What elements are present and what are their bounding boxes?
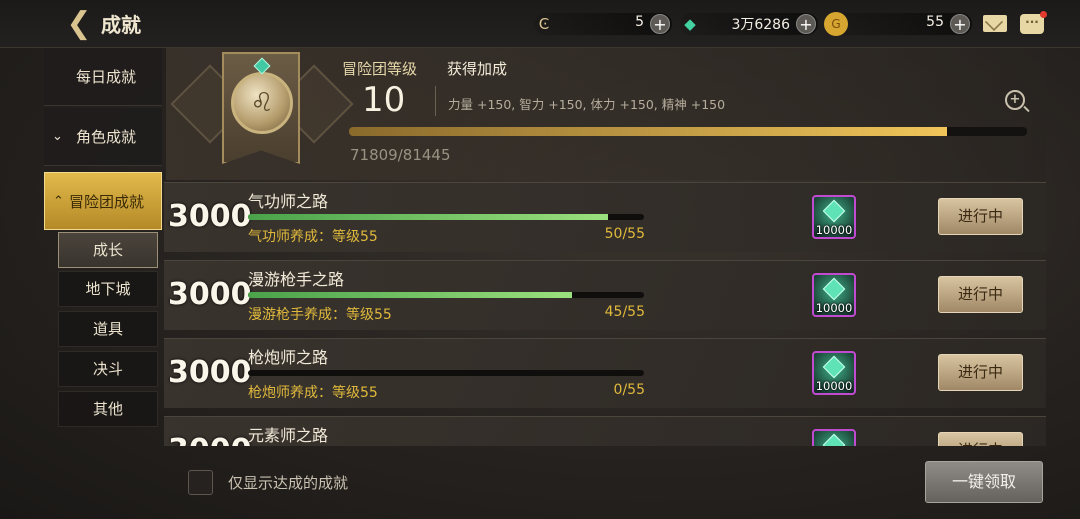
achievement-row: 3000 元素师之路 10000 进行中 xyxy=(164,416,1046,446)
green-gem-icon: ◆ xyxy=(684,15,696,33)
notification-dot xyxy=(1040,11,1047,18)
bonus-title: 获得加成 xyxy=(447,60,508,78)
achievement-row: 3000 气功师之路 气功师养成：等级55 50/55 10000 进行中 xyxy=(164,182,1046,252)
achievement-list[interactable]: 3000 气功师之路 气功师养成：等级55 50/55 10000 进行中 30… xyxy=(164,182,1046,446)
achievement-name: 枪炮师之路 xyxy=(248,348,329,367)
sidebar-item-character[interactable]: ⌄ 角色成就 xyxy=(44,108,162,166)
gold-coin-icon: G xyxy=(824,12,848,36)
achievement-desc: 枪炮师养成：等级55 xyxy=(248,385,378,401)
achievement-progress-text: 45/55 xyxy=(604,304,645,320)
swirl-token-icon: Ͼ xyxy=(538,15,550,33)
achievement-progress-bar xyxy=(248,292,644,298)
xp-progress-fill xyxy=(349,127,947,136)
subtab-dungeon[interactable]: 地下城 xyxy=(58,271,158,307)
adventure-emblem: ♌ xyxy=(170,52,354,164)
subtab-items[interactable]: 道具 xyxy=(58,311,158,347)
level-value: 10 xyxy=(362,80,406,120)
achievement-progress-fill xyxy=(248,292,572,298)
resource-token-value: 5 xyxy=(635,14,644,30)
green-gem-icon xyxy=(822,355,846,379)
in-progress-button[interactable]: 进行中 xyxy=(938,276,1023,313)
level-label: 冒险团等级 xyxy=(342,60,418,78)
claim-all-button[interactable]: 一键领取 xyxy=(925,461,1043,503)
achievement-points: 3000 xyxy=(168,433,252,446)
lion-medal-icon: ♌ xyxy=(231,72,293,134)
xp-text: 71809/81445 xyxy=(350,146,451,164)
resource-coin-value: 55 xyxy=(926,14,944,30)
in-progress-button[interactable]: 进行中 xyxy=(938,354,1023,391)
achievement-progress-text: 50/55 xyxy=(604,226,645,242)
subtab-other[interactable]: 其他 xyxy=(58,391,158,427)
resource-gem-value: 3万6286 xyxy=(731,17,790,33)
add-token-button[interactable]: + xyxy=(650,14,670,34)
bonus-stats: 力量 +150, 智力 +150, 体力 +150, 精神 +150 xyxy=(448,97,726,112)
achievement-row: 3000 漫游枪手之路 漫游枪手养成：等级55 45/55 10000 进行中 xyxy=(164,260,1046,330)
divider xyxy=(435,86,436,116)
xp-progress-bar xyxy=(349,127,1027,136)
achievement-progress-bar xyxy=(248,370,644,376)
reward-quantity: 10000 xyxy=(815,301,853,315)
achievement-points: 3000 xyxy=(168,199,252,234)
resource-token: Ͼ 5 + xyxy=(534,13,672,35)
achievement-name: 气功师之路 xyxy=(248,192,329,211)
sidebar-item-daily[interactable]: 每日成就 xyxy=(44,48,162,106)
in-progress-button[interactable]: 进行中 xyxy=(938,432,1023,446)
green-gem-icon xyxy=(822,277,846,301)
resource-gem: ◆ 3万6286 + xyxy=(680,13,818,35)
reward-quantity: 10000 xyxy=(815,223,853,237)
zoom-in-icon[interactable]: + xyxy=(1005,90,1025,110)
sidebar-item-label: 冒险团成就 xyxy=(69,193,145,211)
achievement-progress-text: 0/55 xyxy=(613,382,645,398)
in-progress-button[interactable]: 进行中 xyxy=(938,198,1023,235)
category-sidebar: 每日成就 ⌄ 角色成就 ⌃ 冒险团成就 成长 地下城 道具 决斗 其他 xyxy=(44,48,164,432)
page-title: 成就 xyxy=(101,13,141,37)
chevron-down-icon: ⌄ xyxy=(52,129,63,144)
achievement-points: 3000 xyxy=(168,277,252,312)
sidebar-item-label: 角色成就 xyxy=(76,128,137,146)
sidebar-item-label: 每日成就 xyxy=(76,68,137,86)
subtab-growth[interactable]: 成长 xyxy=(58,232,158,268)
achievement-progress-fill xyxy=(248,214,608,220)
achievement-row: 3000 枪炮师之路 枪炮师养成：等级55 0/55 10000 进行中 xyxy=(164,338,1046,408)
achievement-name: 漫游枪手之路 xyxy=(248,270,345,289)
top-bar: ❮ 成就 Ͼ 5 + ◆ 3万6286 + G 55 + ··· xyxy=(0,0,1080,48)
green-gem-icon xyxy=(822,433,846,446)
reward-quantity: 10000 xyxy=(815,379,853,393)
show-completed-label: 仅显示达成的成就 xyxy=(228,474,349,492)
subtab-duel[interactable]: 决斗 xyxy=(58,351,158,387)
mail-icon[interactable] xyxy=(983,15,1007,32)
achievement-points: 3000 xyxy=(168,355,252,390)
achievement-desc: 漫游枪手养成：等级55 xyxy=(248,307,392,323)
achievement-progress-bar xyxy=(248,214,644,220)
show-completed-checkbox[interactable] xyxy=(188,470,213,495)
achievement-name: 元素师之路 xyxy=(248,426,329,445)
reward-item[interactable]: 10000 xyxy=(812,351,856,395)
achievement-desc: 气功师养成：等级55 xyxy=(248,229,378,245)
reward-item[interactable]: 10000 xyxy=(812,429,856,446)
chevron-up-icon: ⌃ xyxy=(53,194,64,209)
reward-item[interactable]: 10000 xyxy=(812,195,856,239)
green-gem-icon xyxy=(822,199,846,223)
add-gem-button[interactable]: + xyxy=(796,14,816,34)
sidebar-item-adventure[interactable]: ⌃ 冒险团成就 xyxy=(44,172,162,230)
add-coin-button[interactable]: + xyxy=(950,14,970,34)
back-arrow-icon[interactable]: ❮ xyxy=(62,8,96,40)
resource-coin: G 55 + xyxy=(824,12,972,36)
reward-item[interactable]: 10000 xyxy=(812,273,856,317)
